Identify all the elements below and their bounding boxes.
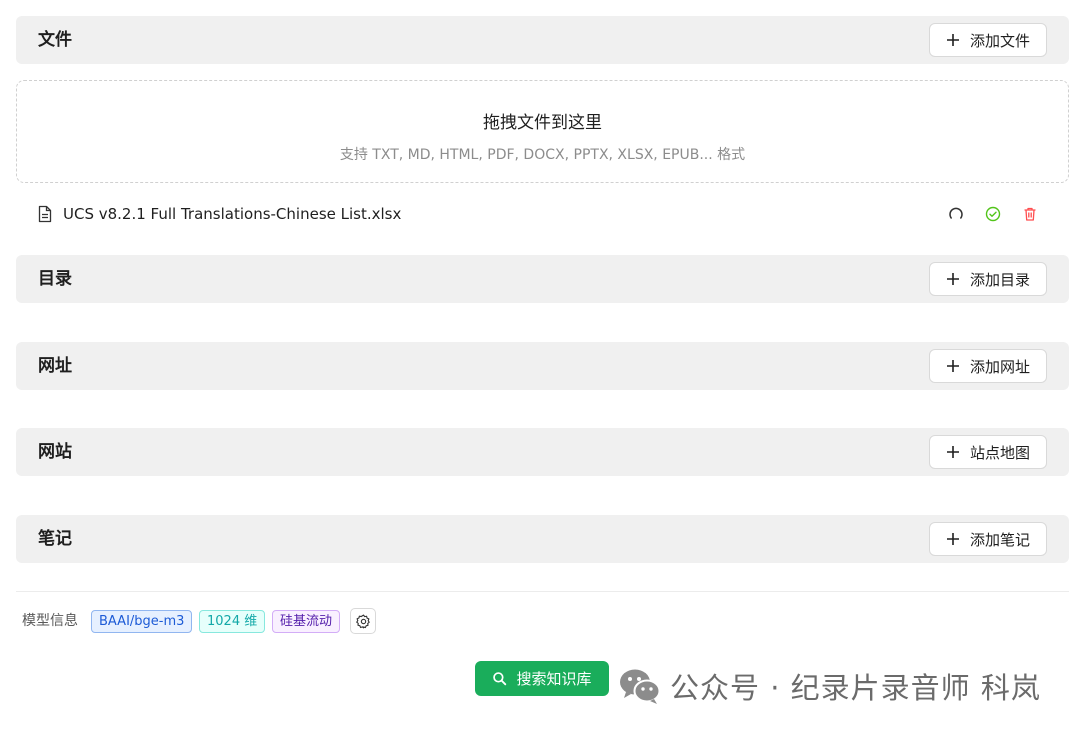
folders-section-header: 目录 添加目录: [16, 255, 1069, 303]
dropzone-hint: 支持 TXT, MD, HTML, PDF, DOCX, PPTX, XLSX,…: [339, 147, 746, 163]
notes-section-title: 笔记: [38, 529, 72, 549]
add-file-button[interactable]: 添加文件: [929, 23, 1047, 57]
search-icon: [493, 672, 507, 686]
search-knowledge-base-button[interactable]: 搜索知识库: [475, 661, 609, 696]
check-circle-icon[interactable]: [985, 206, 1001, 222]
files-section-title: 文件: [38, 30, 72, 50]
search-button-label: 搜索知识库: [516, 670, 592, 688]
folders-section-title: 目录: [38, 269, 72, 289]
add-folder-button[interactable]: 添加目录: [929, 262, 1047, 296]
file-icon: [38, 205, 52, 223]
gear-icon: [355, 614, 370, 628]
watermark: 公众号 · 纪录片录音师 科岚: [618, 665, 1041, 707]
sites-section-title: 网站: [38, 442, 72, 462]
sitemap-label: 站点地图: [969, 443, 1030, 462]
notes-section-header: 笔记 添加笔记: [16, 515, 1069, 563]
plus-icon: [946, 360, 959, 372]
file-list-item: UCS v8.2.1 Full Translations-Chinese Lis…: [16, 197, 1069, 231]
model-provider-tag: 硅基流动: [272, 610, 341, 633]
add-note-button[interactable]: 添加笔记: [929, 522, 1047, 556]
model-dimensions-tag: 1024 维: [199, 610, 266, 633]
knowledge-base-panel: 文件 添加文件 拖拽文件到这里 支持 TXT, MD, HTML, PDF, D…: [0, 0, 1080, 730]
model-name-tag: BAAI/bge-m3: [91, 610, 193, 633]
urls-section-title: 网址: [38, 356, 72, 376]
add-file-label: 添加文件: [969, 31, 1030, 50]
add-folder-label: 添加目录: [969, 270, 1030, 289]
watermark-text: 公众号 · 纪录片录音师 科岚: [670, 671, 1041, 705]
file-name: UCS v8.2.1 Full Translations-Chinese Lis…: [63, 205, 402, 223]
footer-divider: [16, 591, 1069, 592]
model-settings-button[interactable]: [350, 608, 376, 634]
plus-icon: [946, 34, 959, 46]
model-info-label: 模型信息: [22, 613, 78, 629]
file-dropzone[interactable]: 拖拽文件到这里 支持 TXT, MD, HTML, PDF, DOCX, PPT…: [16, 80, 1069, 183]
dropzone-title: 拖拽文件到这里: [483, 113, 602, 133]
trash-icon[interactable]: [1022, 206, 1038, 222]
plus-icon: [946, 446, 959, 458]
sitemap-button[interactable]: 站点地图: [929, 435, 1047, 469]
urls-section-header: 网址 添加网址: [16, 342, 1069, 390]
sites-section-header: 网站 站点地图: [16, 428, 1069, 476]
add-url-label: 添加网址: [969, 357, 1030, 376]
add-note-label: 添加笔记: [969, 530, 1030, 549]
plus-icon: [946, 273, 959, 285]
add-url-button[interactable]: 添加网址: [929, 349, 1047, 383]
files-section-header: 文件 添加文件: [16, 16, 1069, 64]
refresh-icon[interactable]: [948, 206, 964, 222]
wechat-icon: [620, 669, 661, 704]
plus-icon: [946, 533, 959, 545]
